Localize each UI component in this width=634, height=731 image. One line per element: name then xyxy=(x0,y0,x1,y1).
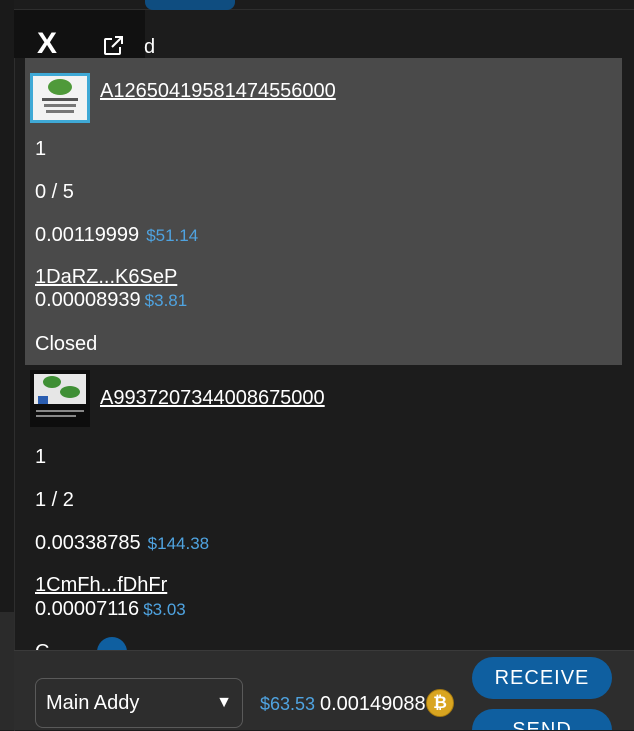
fee-usd: $3.03 xyxy=(143,600,186,619)
quantity: 1 xyxy=(35,446,47,468)
fee-btc: 0.00008939 xyxy=(35,289,141,311)
status: C xyxy=(35,641,49,650)
price-usd: $144.38 xyxy=(147,534,210,553)
balance-usd: $63.53 xyxy=(260,694,316,714)
fee-btc: 0.00007116 xyxy=(35,598,140,620)
fill-count: 0 / 5 xyxy=(35,181,74,203)
status-indicator[interactable] xyxy=(97,637,127,650)
top-tab-pill[interactable] xyxy=(145,0,235,10)
quantity: 1 xyxy=(35,138,47,160)
address-link[interactable]: 1CmFh...fDhFr xyxy=(35,574,167,596)
listing-card[interactable]: A12650419581474556000 1 0 / 5 0.00119999… xyxy=(25,58,622,365)
fee-usd: $3.81 xyxy=(144,291,188,310)
listing-id-link[interactable]: A9937207344008675000 xyxy=(100,387,325,410)
toolbar xyxy=(14,10,145,58)
pepe-card-thumbnail[interactable] xyxy=(30,370,90,427)
listing-list: A12650419581474556000 1 0 / 5 0.00119999… xyxy=(25,58,622,650)
wallet-select[interactable]: Main Addy ▼ xyxy=(35,678,243,728)
left-edge xyxy=(0,0,14,730)
header-title: d xyxy=(144,36,156,58)
seller-address[interactable]: 1DaRZ...K6SeP xyxy=(35,266,177,289)
price-btc: 0.00119999 xyxy=(35,224,140,246)
status: Closed xyxy=(35,333,98,355)
price-usd: $51.14 xyxy=(146,226,199,245)
price: 0.00338785 $144.38 xyxy=(35,532,209,555)
price-btc: 0.00338785 xyxy=(35,532,141,554)
fee-row: 0.00007116 $3.03 xyxy=(35,598,186,621)
left-edge-lower xyxy=(0,612,14,730)
pepe-card-thumbnail[interactable] xyxy=(30,73,90,123)
send-button[interactable]: SEND xyxy=(472,709,612,730)
caret-down-icon: ▼ xyxy=(216,694,232,711)
listing-card[interactable]: A9937207344008675000 1 1 / 2 0.00338785 $… xyxy=(25,365,622,650)
wallet-footer: Main Addy ▼ $63.53 0.00149088 ₿ RECEIVE … xyxy=(14,650,634,730)
balance-btc: 0.00149088 xyxy=(320,693,426,715)
receive-button[interactable]: RECEIVE xyxy=(472,657,612,699)
price: 0.00119999 $51.14 xyxy=(35,224,198,247)
external-link-icon[interactable] xyxy=(101,34,125,58)
wallet-select-value: Main Addy xyxy=(46,692,140,714)
address-link[interactable]: 1DaRZ...K6SeP xyxy=(35,266,177,288)
listing-id-link[interactable]: A12650419581474556000 xyxy=(100,80,336,103)
seller-address[interactable]: 1CmFh...fDhFr xyxy=(35,574,167,597)
close-button[interactable]: X xyxy=(37,29,57,59)
bitcoin-icon: ₿ xyxy=(426,689,454,717)
fill-count: 1 / 2 xyxy=(35,489,74,511)
fee-row: 0.00008939 $3.81 xyxy=(35,289,187,312)
